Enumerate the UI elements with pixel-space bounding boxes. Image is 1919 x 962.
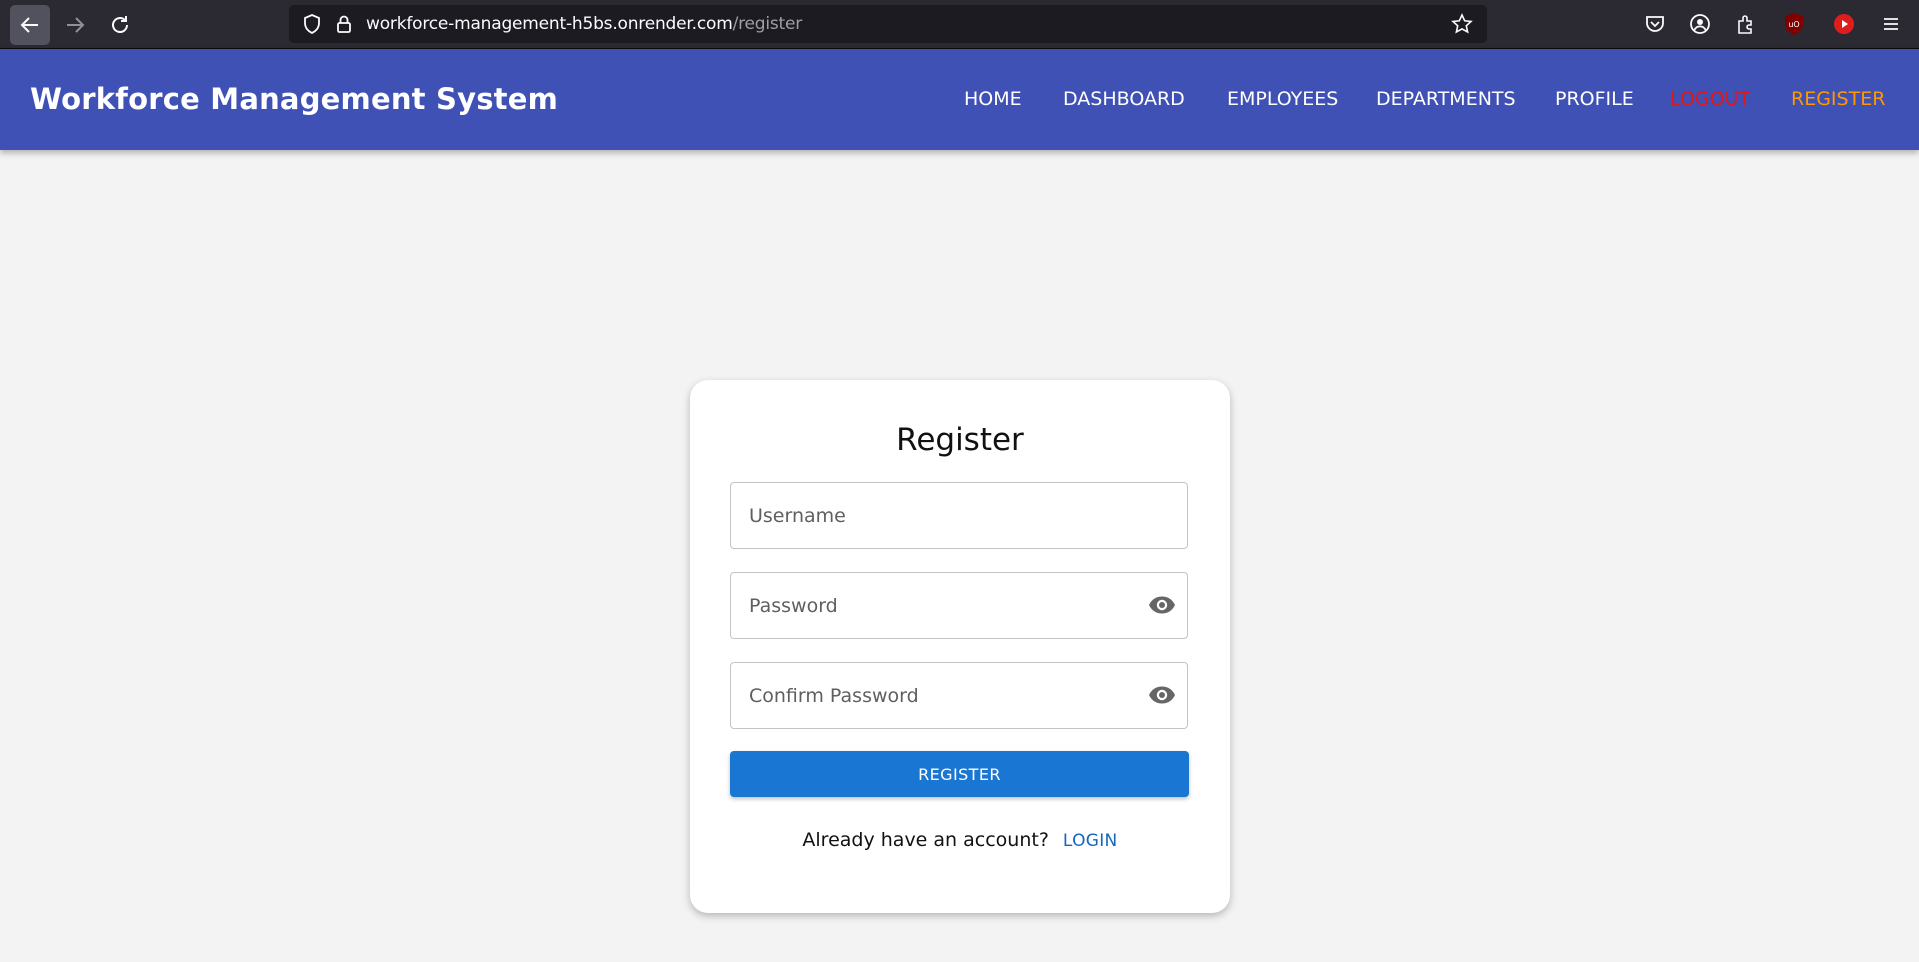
eye-icon[interactable] — [1147, 592, 1177, 618]
password-field[interactable] — [730, 572, 1188, 639]
register-button[interactable]: REGISTER — [730, 751, 1189, 797]
youtube-icon[interactable] — [1829, 9, 1859, 39]
back-button[interactable] — [10, 5, 50, 45]
url-path: /register — [732, 14, 803, 34]
nav-register[interactable]: REGISTER — [1791, 49, 1885, 150]
forward-arrow-icon — [67, 17, 85, 33]
register-title: Register — [896, 422, 1024, 458]
ublock-icon[interactable]: uO — [1779, 9, 1809, 39]
login-row: Already have an account? LOGIN — [690, 829, 1230, 851]
register-card: Register REGISTER Already have an accoun… — [690, 380, 1230, 913]
star-icon[interactable] — [1447, 9, 1477, 39]
nav-profile[interactable]: PROFILE — [1555, 49, 1634, 150]
nav-employees[interactable]: EMPLOYEES — [1227, 49, 1338, 150]
confirm-password-input[interactable] — [747, 663, 1131, 729]
account-icon[interactable] — [1685, 9, 1715, 39]
username-field[interactable] — [730, 482, 1188, 549]
lock-icon[interactable] — [329, 9, 359, 39]
url-text[interactable]: workforce-management-h5bs.onrender.com/r… — [366, 5, 802, 43]
menu-icon[interactable] — [1876, 9, 1906, 39]
shield-icon[interactable] — [297, 9, 327, 39]
extensions-icon[interactable] — [1731, 9, 1761, 39]
nav-home[interactable]: HOME — [964, 49, 1022, 150]
url-host: workforce-management-h5bs.onrender.com — [366, 14, 733, 34]
url-bar[interactable]: workforce-management-h5bs.onrender.com/r… — [289, 5, 1487, 43]
back-arrow-icon — [20, 17, 38, 33]
reload-button[interactable] — [100, 5, 140, 45]
forward-button[interactable] — [55, 5, 95, 45]
login-prompt: Already have an account? — [802, 829, 1049, 851]
svg-text:uO: uO — [1788, 20, 1799, 29]
password-input[interactable] — [747, 573, 1131, 639]
pocket-icon[interactable] — [1640, 9, 1670, 39]
username-input[interactable] — [747, 483, 1131, 549]
reload-icon — [112, 16, 128, 33]
brand-title[interactable]: Workforce Management System — [30, 49, 558, 150]
confirm-password-field[interactable] — [730, 662, 1188, 729]
eye-icon[interactable] — [1147, 682, 1177, 708]
app-navbar: Workforce Management System HOME DASHBOA… — [0, 49, 1919, 150]
browser-toolbar: workforce-management-h5bs.onrender.com/r… — [0, 0, 1919, 49]
nav-dashboard[interactable]: DASHBOARD — [1063, 49, 1185, 150]
nav-logout[interactable]: LOGOUT — [1670, 49, 1750, 150]
login-link[interactable]: LOGIN — [1063, 831, 1118, 851]
nav-departments[interactable]: DEPARTMENTS — [1376, 49, 1516, 150]
